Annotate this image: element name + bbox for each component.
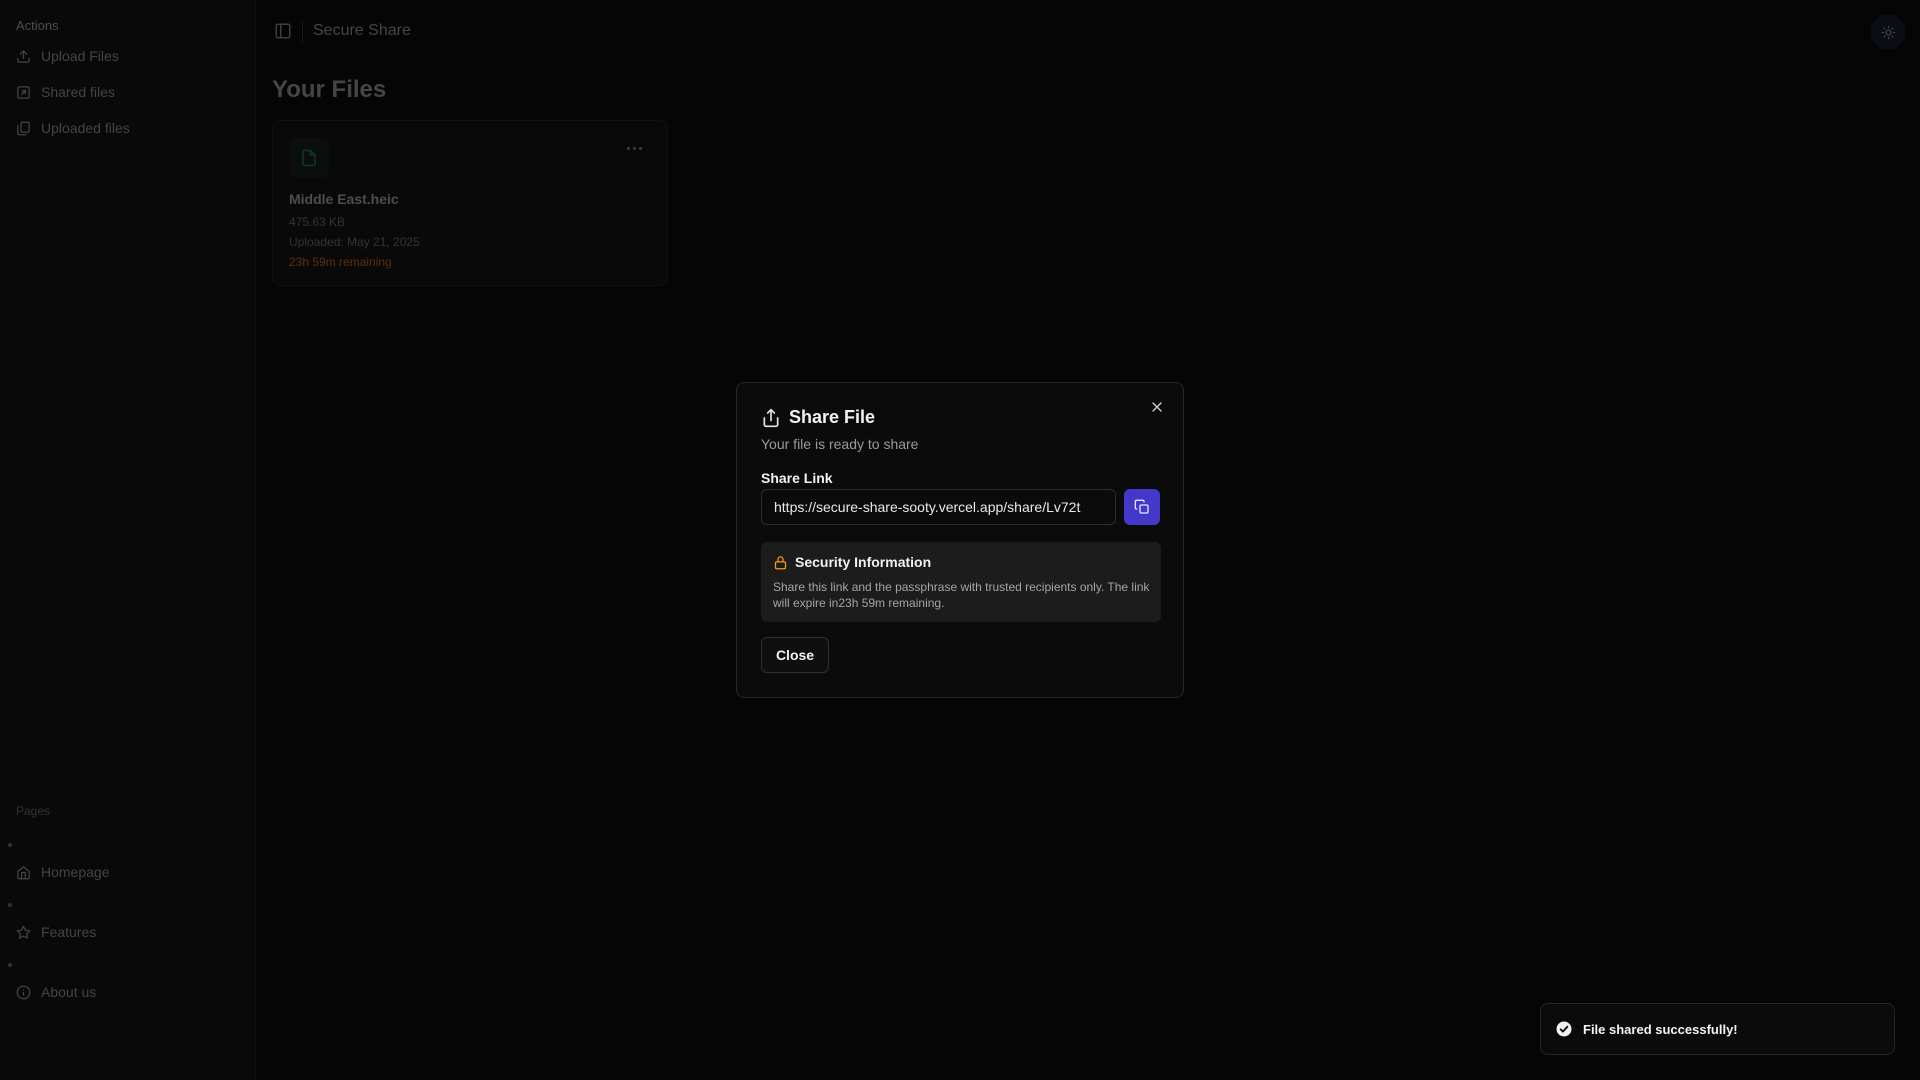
check-circle-icon (1556, 1021, 1572, 1037)
dialog-title: Share File (789, 407, 876, 427)
security-info-box: Security Information Share this link and… (761, 542, 1161, 622)
share-link-input[interactable] (761, 489, 1116, 525)
toast-message: File shared successfully! (1583, 1021, 1738, 1037)
security-title: Security Information (795, 554, 932, 570)
share-icon (763, 408, 779, 427)
dialog-header: Share File (761, 407, 875, 428)
copy-link-button[interactable] (1124, 489, 1160, 525)
security-text: Share this link and the passphrase with … (773, 580, 1150, 610)
lock-icon (774, 555, 787, 569)
dialog-description: Your file is ready to share (761, 436, 919, 452)
security-header: Security Information (773, 554, 931, 570)
share-link-label: Share Link (761, 470, 833, 486)
share-file-dialog: Share File Your file is ready to share S… (736, 382, 1184, 698)
close-button[interactable]: Close (761, 637, 829, 673)
close-icon (1152, 402, 1162, 412)
success-toast: File shared successfully! (1540, 1003, 1895, 1055)
dialog-close-icon-button[interactable] (1149, 399, 1165, 415)
copy-icon (1134, 499, 1149, 514)
